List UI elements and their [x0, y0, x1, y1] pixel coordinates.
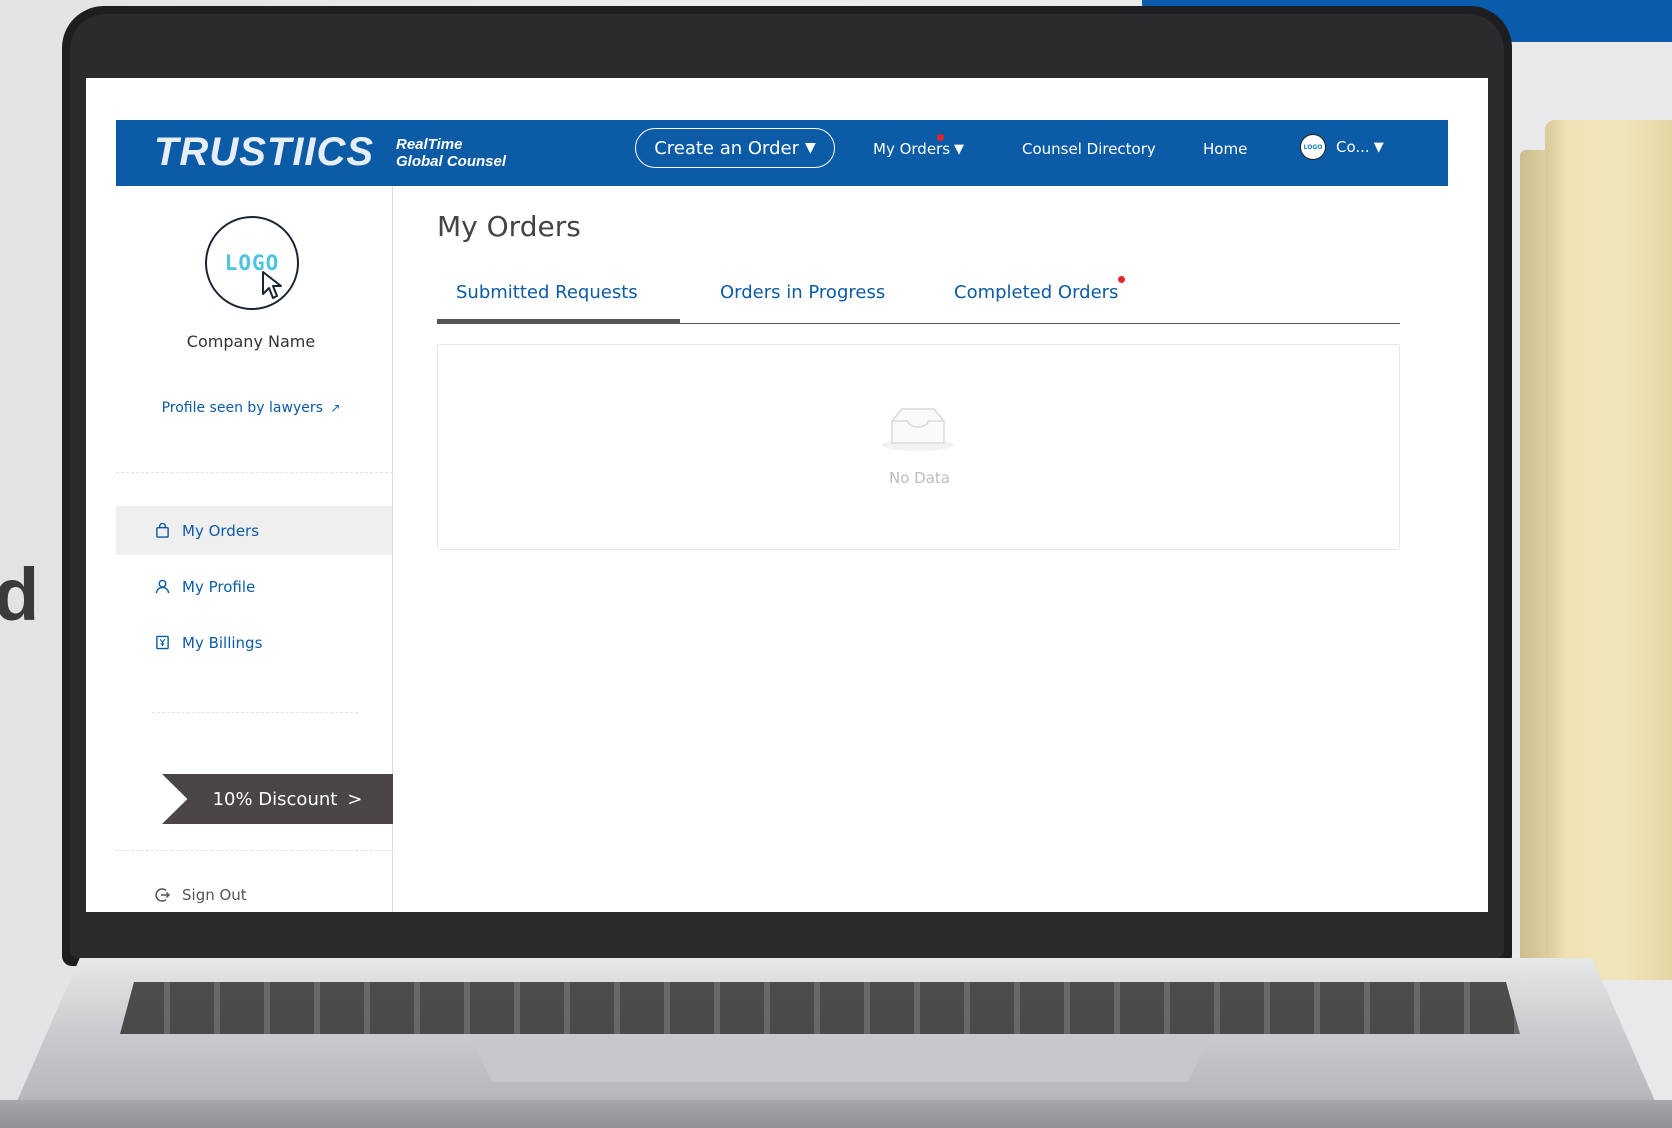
sidebar-item-my-profile[interactable]: My Profile — [116, 562, 392, 611]
active-tab-indicator — [437, 319, 680, 324]
profile-link-label: Profile seen by lawyers — [161, 400, 323, 416]
profile-seen-by-lawyers-link[interactable]: Profile seen by lawyers ↗ — [116, 400, 386, 416]
user-icon — [154, 579, 170, 595]
sidebar-divider — [152, 712, 358, 713]
tagline-line2: Global Counsel — [396, 153, 507, 170]
tab-completed-orders[interactable]: Completed Orders — [954, 276, 1126, 303]
top-navbar: TRUSTIICS RealTime Global Counsel Create… — [116, 120, 1448, 186]
sign-out-button[interactable]: Sign Out — [154, 886, 247, 904]
dropdown-arrow-icon: ▼ — [805, 140, 816, 156]
account-menu[interactable]: LOGO Co... ▼ — [1300, 134, 1384, 160]
dropdown-arrow-icon: ▼ — [1373, 139, 1384, 155]
notification-dot — [1118, 276, 1126, 283]
discount-banner[interactable]: 10% Discount > — [162, 774, 393, 824]
discount-label: 10% Discount — [212, 788, 338, 810]
company-logo: LOGO — [205, 216, 299, 310]
sidebar-item-my-orders[interactable]: My Orders — [116, 506, 392, 555]
sidebar-item-my-billings[interactable]: My Billings — [116, 618, 392, 667]
external-link-icon: ↗ — [330, 401, 341, 415]
sign-out-label: Sign Out — [182, 886, 247, 904]
chevron-right-icon: > — [347, 788, 363, 810]
account-name: Co... — [1336, 138, 1370, 156]
brand-logo[interactable]: TRUSTIICS — [154, 130, 374, 175]
laptop-base-front — [0, 1100, 1672, 1128]
company-name: Company Name — [186, 332, 316, 351]
nav-counsel-directory-label: Counsel Directory — [1022, 140, 1156, 158]
dropdown-arrow-icon: ▼ — [954, 141, 965, 157]
create-order-button[interactable]: Create an Order ▼ — [635, 128, 835, 168]
app-window: TRUSTIICS RealTime Global Counsel Create… — [116, 120, 1448, 912]
tab-submitted-requests[interactable]: Submitted Requests — [456, 282, 638, 303]
sidebar-item-label: My Orders — [182, 521, 260, 540]
billing-icon — [154, 635, 170, 651]
empty-inbox-icon — [882, 408, 954, 451]
laptop-screen: TRUSTIICS RealTime Global Counsel Create… — [86, 78, 1488, 912]
background-text-fragment: d — [0, 553, 40, 636]
sign-out-icon — [154, 887, 170, 903]
nav-my-orders-label: My Orders — [873, 140, 951, 158]
tab-orders-in-progress[interactable]: Orders in Progress — [720, 282, 885, 303]
create-order-label: Create an Order — [654, 137, 800, 159]
laptop-keyboard — [120, 982, 1520, 1034]
tagline-line1: RealTime — [396, 136, 463, 153]
avatar-logo-text: LOGO — [1303, 143, 1323, 151]
orders-list-empty-state: No Data — [437, 344, 1400, 550]
avatar: LOGO — [1300, 134, 1326, 160]
shopping-bag-icon — [154, 523, 170, 539]
no-data-text: No Data — [889, 469, 950, 487]
nav-home-label: Home — [1203, 140, 1248, 158]
orders-tabs: Submitted Requests Orders in Progress Co… — [437, 272, 1400, 324]
background-book — [1545, 120, 1672, 980]
sidebar-item-label: My Profile — [182, 577, 256, 596]
nav-counsel-directory[interactable]: Counsel Directory — [1022, 140, 1156, 158]
sidebar-divider — [116, 472, 393, 473]
sidebar: LOGO Company Name Profile seen by lawyer… — [116, 186, 393, 912]
nav-my-orders[interactable]: My Orders ▼ — [873, 134, 965, 158]
sidebar-divider — [116, 850, 393, 851]
laptop-trackpad — [470, 1036, 1210, 1082]
notification-dot — [937, 134, 944, 141]
cursor-icon — [262, 271, 282, 299]
page-title: My Orders — [437, 210, 581, 243]
nav-home[interactable]: Home — [1203, 140, 1247, 158]
brand-tagline: RealTime Global Counsel — [396, 136, 506, 170]
tab-completed-orders-label: Completed Orders — [954, 282, 1119, 303]
sidebar-item-label: My Billings — [182, 633, 263, 652]
